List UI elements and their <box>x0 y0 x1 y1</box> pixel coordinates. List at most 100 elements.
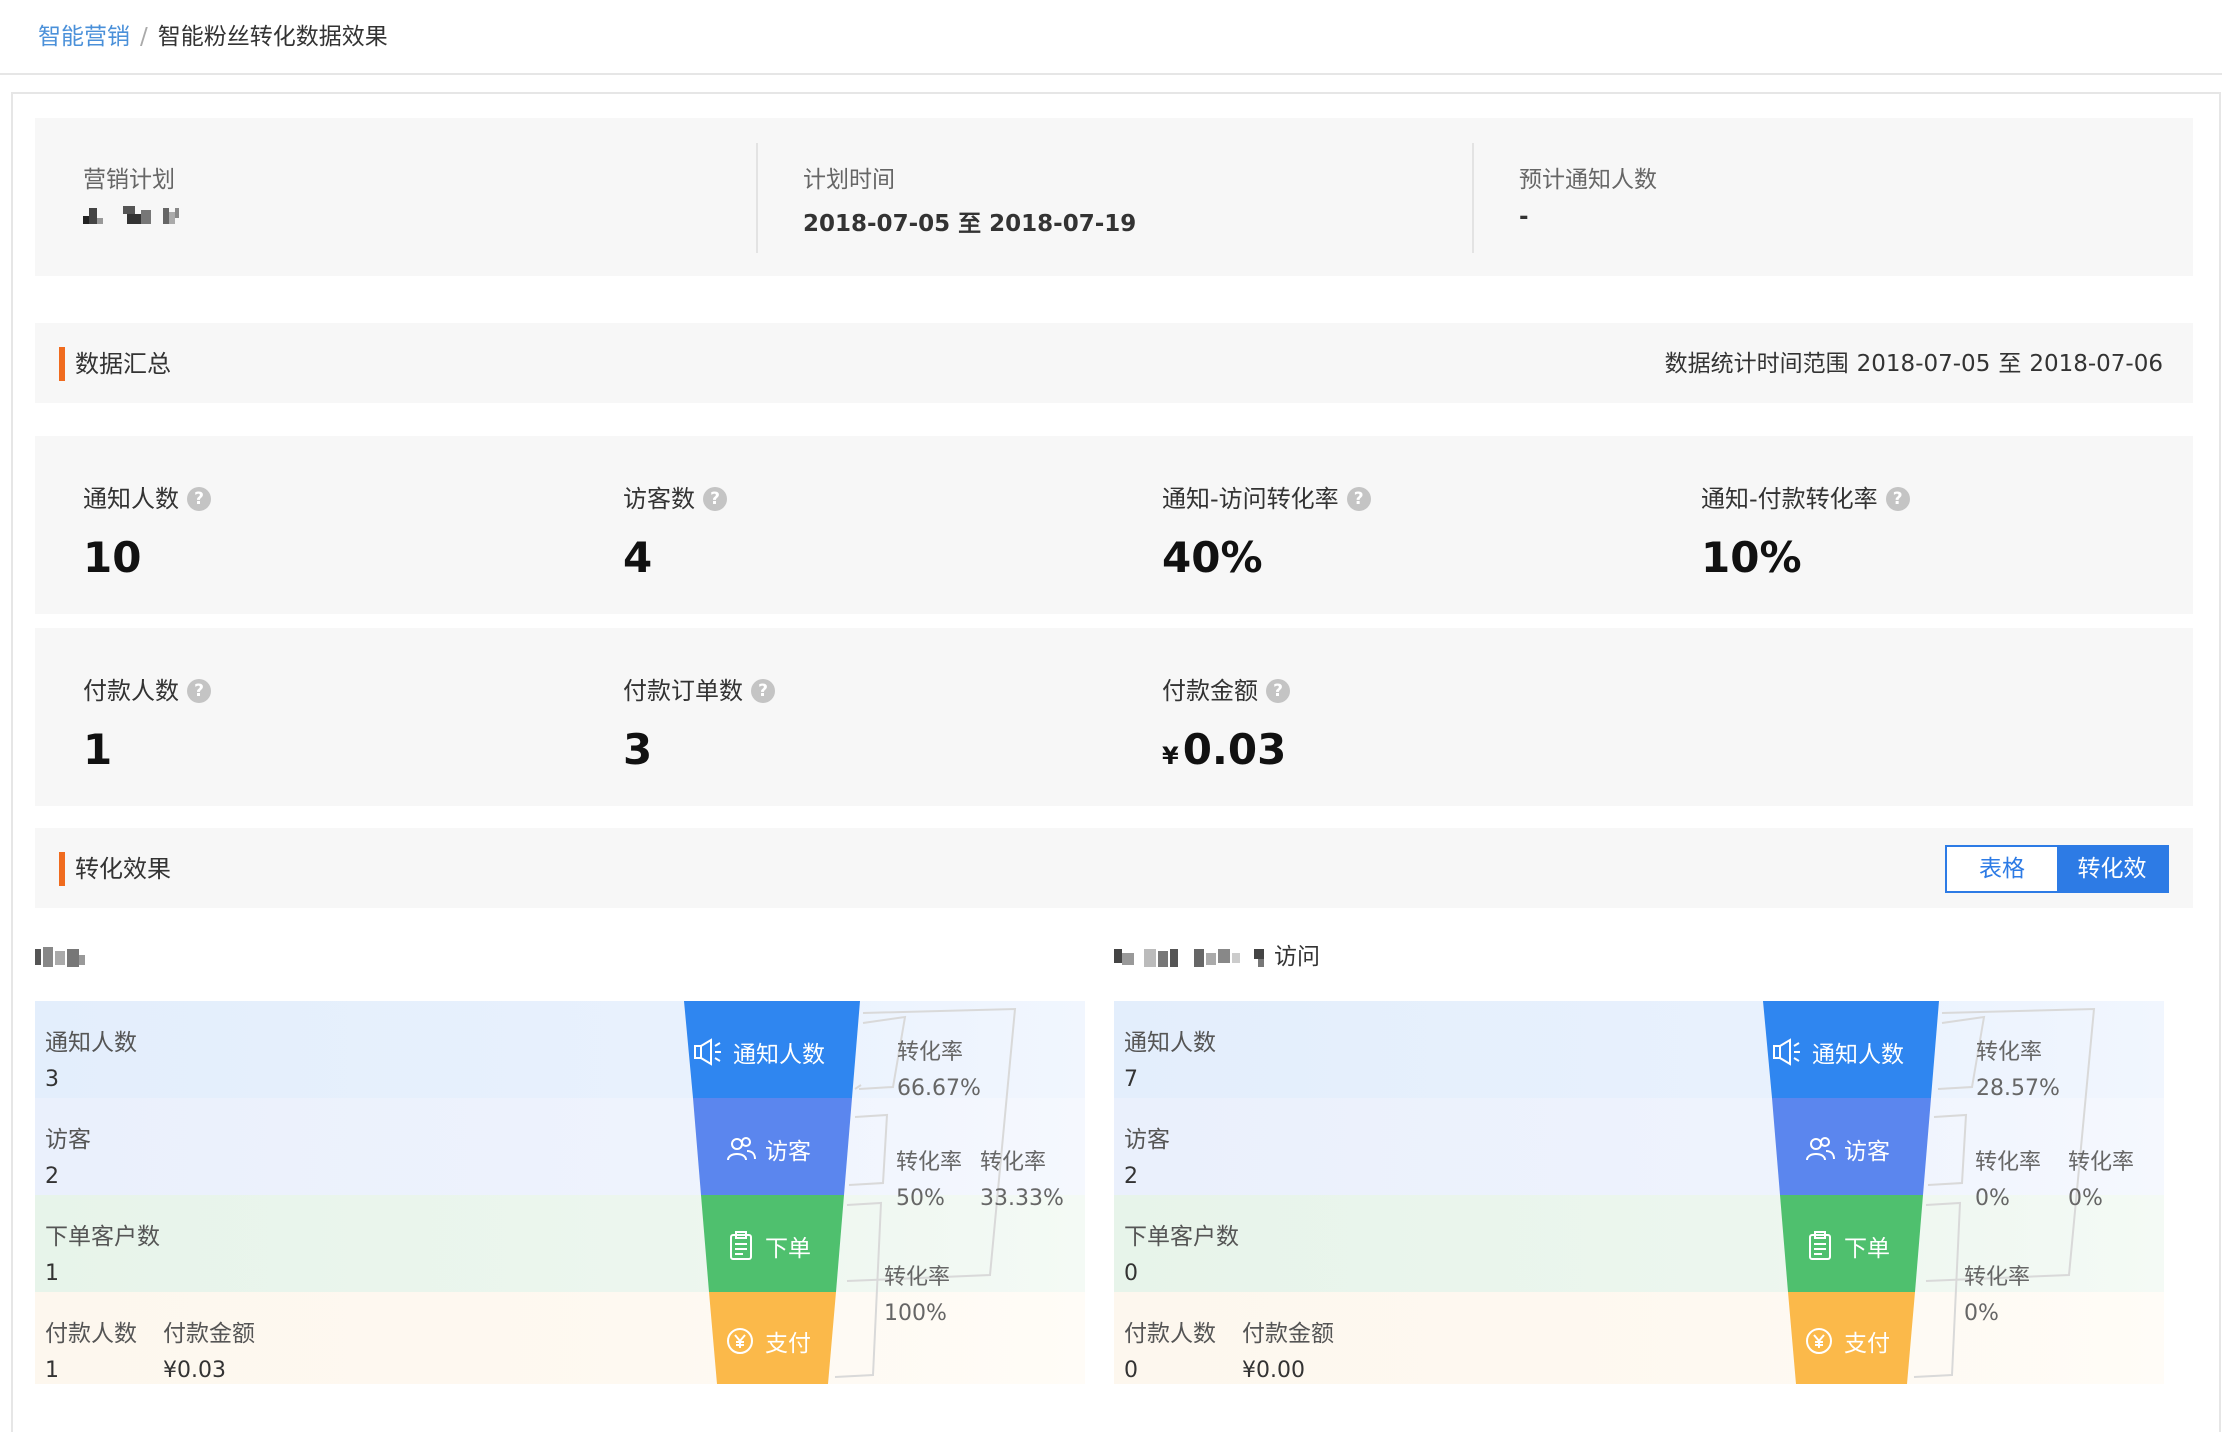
plan-time-col: 计划时间 2018-07-05 至 2018-07-19 <box>755 118 1475 276</box>
stage-label-text: 访客 <box>1844 1139 1890 1165</box>
stage-label-text: 下单 <box>765 1236 811 1262</box>
stage-label-text: 通知人数 <box>733 1042 825 1068</box>
metric-value: 3 <box>623 725 653 774</box>
metric-label: 付款人数 <box>83 677 179 705</box>
metrics-row-2: 付款人数? 1 付款订单数? 3 付款金额? ¥0.03 <box>35 628 2193 806</box>
metric-notify-pay-rate: 通知-付款转化率? 10% <box>1653 436 2193 614</box>
metric-paid-orders: 付款订单数? 3 <box>575 628 1115 806</box>
clipboard-icon <box>1809 1231 1831 1260</box>
stage-label-notify: 通知人数 <box>1772 1035 1904 1069</box>
summary-header: 数据汇总 数据统计时间范围 2018-07-05 至 2018-07-06 <box>35 323 2193 403</box>
summary-title: 数据汇总 <box>75 350 171 378</box>
metric-notify-count: 通知人数? 10 <box>35 436 575 614</box>
rate-value: 50% <box>896 1186 945 1211</box>
stage-label-pay: 支付 <box>1804 1324 1890 1358</box>
rate-label: 转化率 <box>1975 1150 2042 1175</box>
help-icon[interactable]: ? <box>1346 487 1371 511</box>
metric-paid-amount: 付款金额? ¥0.03 <box>1114 628 1654 806</box>
help-icon[interactable]: ? <box>751 679 775 703</box>
rate-order-pay: 转化率 100% <box>884 1260 950 1332</box>
rate-notify-visit: 转化率 28.57% <box>1976 1035 2060 1107</box>
stage-label-pay: 支付 <box>725 1324 811 1358</box>
summary-range-start: 2018-07-05 <box>1856 351 1991 377</box>
conversion-header: 转化效果 表格 转化效 <box>35 828 2193 908</box>
metric-value: 4 <box>623 533 653 582</box>
people-icon <box>1806 1137 1835 1161</box>
metric-payer-count: 付款人数? 1 <box>35 628 575 806</box>
toggle-funnel-button[interactable]: 转化效 <box>2057 847 2167 891</box>
plan-info-panel: 营销计划 计划时间 2018-07-05 至 2018-07-19 预计通知人数… <box>35 118 2193 276</box>
currency-symbol: ¥ <box>1162 742 1179 770</box>
stage-label-order: 下单 <box>725 1229 811 1263</box>
rate-value: 28.57% <box>1976 1076 2060 1101</box>
stage-label-text: 下单 <box>1844 1236 1890 1262</box>
stage-label-visit: 访客 <box>1804 1132 1890 1166</box>
stage-label-text: 支付 <box>765 1331 811 1357</box>
rate-value: 0% <box>1975 1186 2010 1211</box>
breadcrumb-separator: / <box>140 24 148 50</box>
help-icon[interactable]: ? <box>1266 679 1290 703</box>
metric-value: 40% <box>1162 533 1263 582</box>
yen-coin-icon <box>727 1328 753 1354</box>
help-icon[interactable]: ? <box>187 679 211 703</box>
metric-label: 付款订单数 <box>623 677 743 705</box>
rate-value: 33.33% <box>980 1186 1064 1211</box>
rate-notify-order: 转化率 0% <box>2068 1145 2134 1217</box>
summary-range-end: 2018-07-06 <box>2029 351 2163 377</box>
rate-label: 转化率 <box>1964 1265 2031 1290</box>
breadcrumb: 智能营销 / 智能粉丝转化数据效果 <box>38 22 388 52</box>
rate-value: 66.67% <box>897 1076 981 1101</box>
metric-visitor-count: 访客数? 4 <box>575 436 1115 614</box>
help-icon[interactable]: ? <box>187 487 211 511</box>
metric-amount: 0.03 <box>1182 725 1287 774</box>
rate-value: 0% <box>2068 1186 2103 1211</box>
people-icon <box>727 1137 756 1161</box>
metric-notify-visit-rate: 通知-访问转化率? 40% <box>1114 436 1654 614</box>
rate-order-pay: 转化率 0% <box>1964 1260 2030 1332</box>
stage-label-notify: 通知人数 <box>693 1035 825 1069</box>
yen-coin-icon <box>1806 1328 1832 1354</box>
help-icon[interactable]: ? <box>1885 487 1910 511</box>
plan-name-pixelated <box>83 206 179 224</box>
help-icon[interactable]: ? <box>703 487 727 511</box>
rate-notify-visit: 转化率 66.67% <box>897 1035 981 1107</box>
rate-visit-order: 转化率 0% <box>1975 1145 2041 1217</box>
funnel-panel-left: 通知人数 3 访客 2 下单客户数 1 付款人数 1 付款金额 ¥0.03 通知… <box>35 935 1085 1395</box>
summary-range-to: 至 <box>1998 351 2022 377</box>
plan-notify-label: 预计通知人数 <box>1519 167 1657 193</box>
funnel-panel-right: 访问 通知人数 7 访客 2 下单客户数 0 付款人数 0 付款金额 ¥0.00 <box>1114 935 2164 1395</box>
plan-name-value <box>83 204 183 232</box>
metrics-row-1: 通知人数? 10 访客数? 4 通知-访问转化率? 40% 通知-付款转化率? … <box>35 436 2193 614</box>
rate-visit-order: 转化率 50% <box>896 1145 962 1217</box>
stage-label-text: 访客 <box>765 1139 811 1165</box>
section-accent-bar <box>59 347 65 381</box>
summary-range: 数据统计时间范围 2018-07-05 至 2018-07-06 <box>1665 347 2163 381</box>
metric-label: 通知-付款转化率 <box>1701 485 1878 513</box>
rate-label: 转化率 <box>896 1150 963 1175</box>
rate-value: 100% <box>884 1301 947 1326</box>
metric-label: 付款金额 <box>1162 677 1258 705</box>
metric-label: 通知人数 <box>83 485 179 513</box>
rate-label: 转化率 <box>897 1040 964 1065</box>
rate-label: 转化率 <box>884 1265 951 1290</box>
view-toggle: 表格 转化效 <box>1945 845 2169 893</box>
plan-time-label: 计划时间 <box>803 167 895 193</box>
toggle-table-button[interactable]: 表格 <box>1947 847 2057 891</box>
clipboard-icon <box>730 1231 752 1260</box>
rate-label: 转化率 <box>980 1150 1047 1175</box>
rate-value: 0% <box>1964 1301 1999 1326</box>
plan-name-label: 营销计划 <box>83 167 175 193</box>
metric-label: 通知-访问转化率 <box>1162 485 1339 513</box>
plan-name-col: 营销计划 <box>35 118 755 276</box>
plan-time-value: 2018-07-05 至 2018-07-19 <box>803 211 1137 237</box>
stage-label-visit: 访客 <box>725 1132 811 1166</box>
rate-label: 转化率 <box>2068 1150 2135 1175</box>
breadcrumb-root-link[interactable]: 智能营销 <box>38 24 130 50</box>
plan-notify-col: 预计通知人数 - <box>1471 118 2191 276</box>
stage-label-text: 通知人数 <box>1812 1042 1904 1068</box>
metric-value: 10 <box>83 533 142 582</box>
speaker-icon <box>1773 1038 1800 1066</box>
plan-notify-value: - <box>1519 204 1529 230</box>
section-accent-bar <box>59 852 65 886</box>
top-bar: 智能营销 / 智能粉丝转化数据效果 <box>0 0 2222 75</box>
